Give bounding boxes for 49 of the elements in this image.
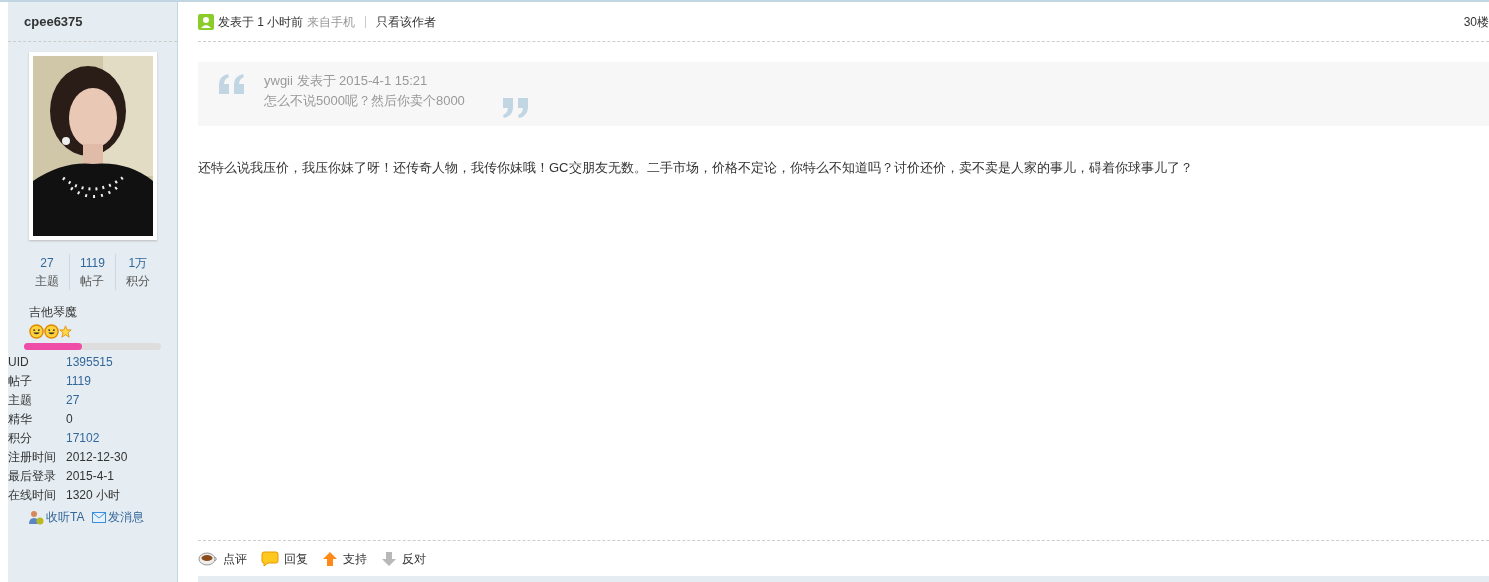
comment-button[interactable]: 点评 [198,549,247,568]
reply-button[interactable]: 回复 [261,549,308,568]
info-label: 注册时间 [8,449,57,466]
star-icon [59,325,72,338]
down-arrow-icon [381,550,397,567]
info-label: UID [8,354,30,371]
only-author-link[interactable]: 只看该作者 [376,12,437,31]
info-value: 2012-12-30 [66,449,128,466]
oppose-button[interactable]: 反对 [381,549,426,568]
user-icon [198,13,214,30]
stat-label: 主题 [35,273,60,290]
info-value[interactable]: 1395515 [66,353,113,372]
smiley-icon [29,324,44,339]
info-value: 2015-4-1 [66,468,115,485]
follow-link[interactable]: 收听TA [28,508,85,526]
stat-value[interactable]: 1万 [128,254,148,272]
message-link[interactable]: 发消息 [92,508,145,526]
rank-title: 吉他琴魔 [29,304,78,320]
info-value[interactable]: 17102 [66,429,100,448]
info-value: 1320 小时 [66,487,121,504]
open-quote-icon [218,73,246,95]
floor-number[interactable]: 30楼 [1463,12,1489,31]
person-icon [28,509,44,525]
info-label: 主题 [8,392,33,409]
smiley-icon [44,324,59,339]
info-label: 帖子 [8,373,33,390]
envelope-icon [92,511,107,523]
speech-bubble-icon [261,550,279,567]
stat-value[interactable]: 1119 [80,254,105,272]
info-value[interactable]: 27 [66,391,80,410]
support-button[interactable]: 支持 [322,549,367,568]
post-time: 发表于 1 小时前 [218,13,304,31]
stat-value[interactable]: 27 [40,254,54,272]
info-label: 精华 [8,411,33,428]
info-value[interactable]: 1119 [66,372,91,391]
info-label: 最后登录 [8,468,57,485]
info-label: 在线时间 [8,487,57,504]
post-source: 来自手机 [307,13,356,31]
up-arrow-icon [322,550,338,567]
cup-icon [198,551,218,566]
info-value: 0 [66,411,73,428]
info-label: 积分 [8,430,33,447]
close-quote-icon [500,97,529,119]
author-name[interactable]: cpee6375 [24,11,83,32]
stat-label: 帖子 [80,273,105,290]
stat-label: 积分 [125,273,150,290]
quote-text: 怎么不说5000呢？然后你卖个8000 [264,92,465,110]
post-body: 还特么说我压价，我压你妹了呀！还传奇人物，我传你妹哦！GC交朋友无数。二手市场，价格不定论，你特么不知道吗？讨价还价，卖不卖是人家的事儿，碍着你球事儿了？ [198,159,1194,177]
quote-header: ywgii 发表于 2015-4-1 15:21 [264,72,429,90]
